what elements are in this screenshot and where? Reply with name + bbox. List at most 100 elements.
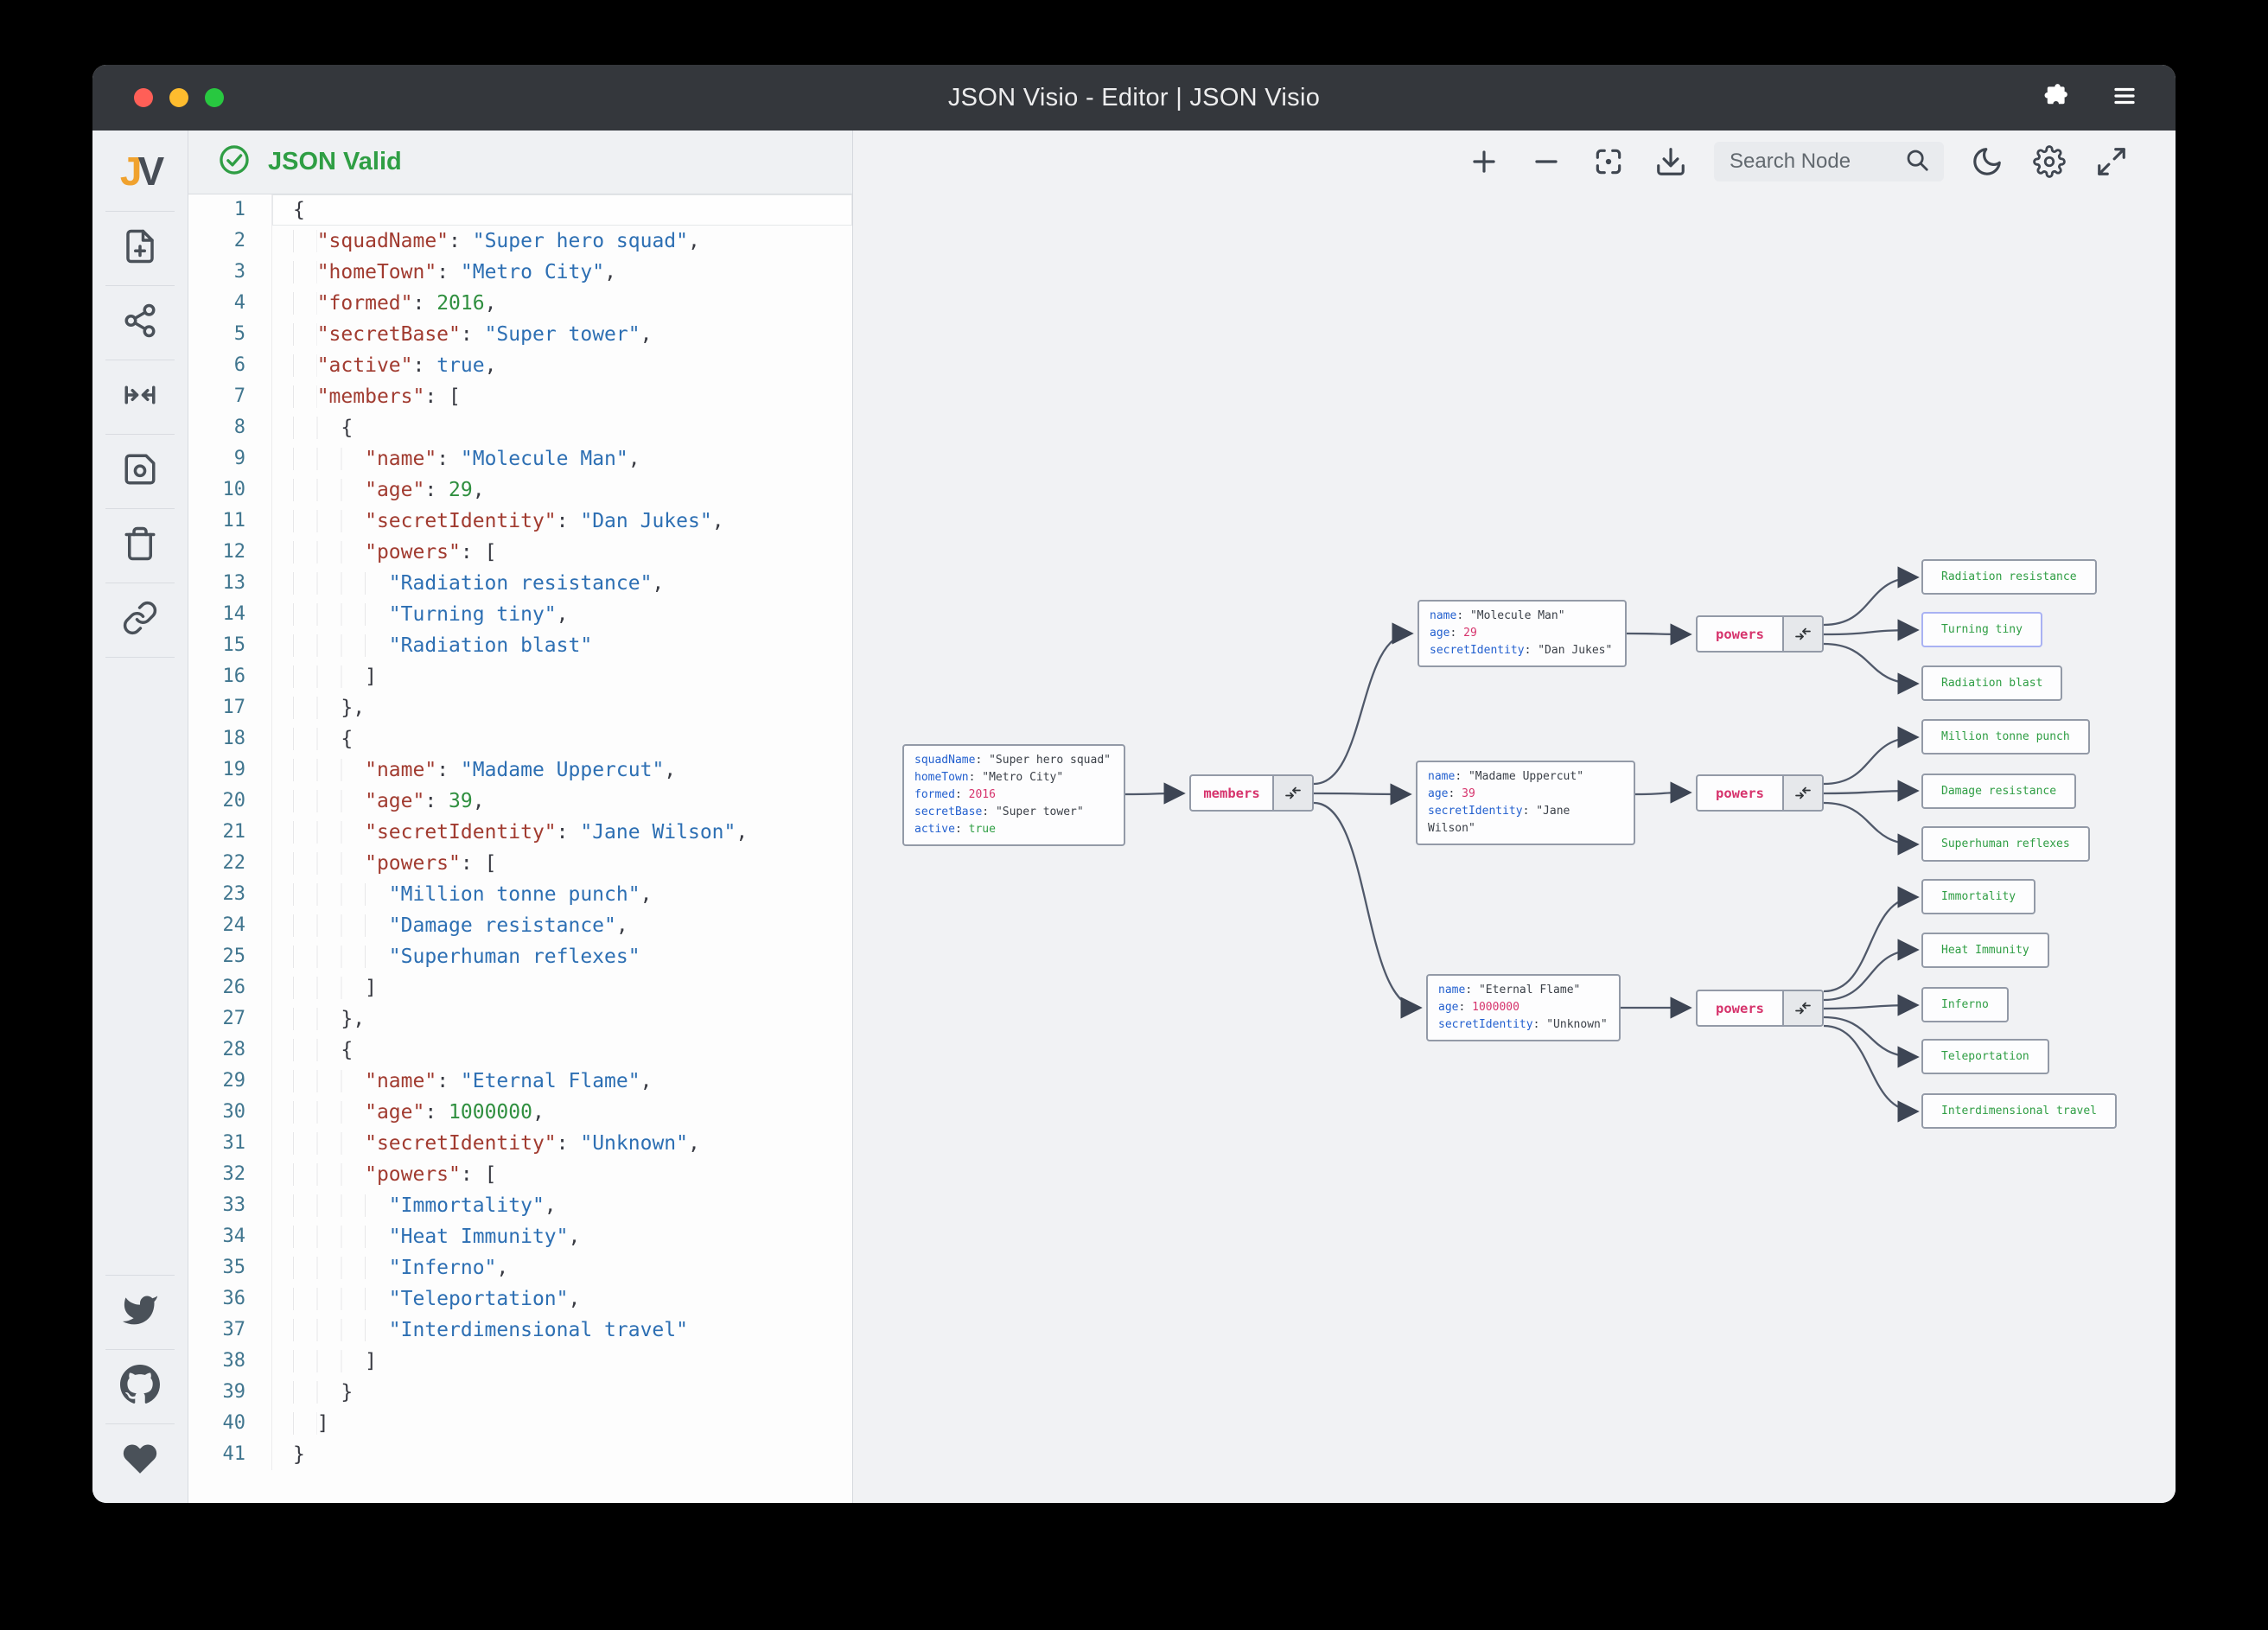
power-leaf-node[interactable]: Million tonne punch bbox=[1921, 719, 2090, 755]
sidebar-item-save[interactable] bbox=[92, 435, 188, 508]
settings-button[interactable] bbox=[2030, 143, 2068, 181]
extensions-puzzle-icon[interactable] bbox=[2041, 81, 2070, 115]
member-node-3[interactable]: name: "Eternal Flame" age: 1000000 secretI… bbox=[1426, 974, 1621, 1041]
code-line-2[interactable]: 2 "squadName": "Super hero squad", bbox=[188, 226, 852, 257]
line-number: 19 bbox=[188, 755, 272, 786]
code-line-13[interactable]: 13 "Radiation resistance", bbox=[188, 568, 852, 599]
code-line-1[interactable]: 1{ bbox=[188, 194, 852, 226]
code-line-23[interactable]: 23 "Million tonne punch", bbox=[188, 879, 852, 910]
code-line-3[interactable]: 3 "homeTown": "Metro City", bbox=[188, 257, 852, 288]
fullscreen-button[interactable] bbox=[2093, 143, 2131, 181]
powers-array-node-2[interactable]: powers bbox=[1696, 774, 1824, 812]
sidebar-item-new-document[interactable] bbox=[92, 212, 188, 285]
code-line-21[interactable]: 21 "secretIdentity": "Jane Wilson", bbox=[188, 817, 852, 848]
members-array-node[interactable]: members bbox=[1189, 774, 1314, 812]
center-arrows-icon bbox=[122, 377, 158, 417]
graph-canvas[interactable]: squadName: "Super hero squad" homeTown: "… bbox=[853, 131, 2176, 1503]
power-leaf-node[interactable]: Inferno bbox=[1921, 987, 2009, 1022]
code-line-25[interactable]: 25 "Superhuman reflexes" bbox=[188, 941, 852, 972]
code-line-8[interactable]: 8 { bbox=[188, 412, 852, 443]
power-leaf-node[interactable]: Interdimensional travel bbox=[1921, 1093, 2118, 1129]
powers-array-node-3[interactable]: powers bbox=[1696, 990, 1824, 1027]
code-line-14[interactable]: 14 "Turning tiny", bbox=[188, 599, 852, 630]
code-line-22[interactable]: 22 "powers": [ bbox=[188, 848, 852, 879]
code-line-17[interactable]: 17 }, bbox=[188, 692, 852, 723]
sidebar-item-twitter[interactable] bbox=[92, 1276, 188, 1349]
code-line-26[interactable]: 26 ] bbox=[188, 972, 852, 1003]
code-line-15[interactable]: 15 "Radiation blast" bbox=[188, 630, 852, 661]
code-line-content: "name": "Madame Uppercut", bbox=[272, 755, 852, 786]
code-line-38[interactable]: 38 ] bbox=[188, 1346, 852, 1377]
power-leaf-node[interactable]: Heat Immunity bbox=[1921, 933, 2049, 968]
zoom-out-button[interactable] bbox=[1527, 143, 1565, 181]
code-line-content: "formed": 2016, bbox=[272, 288, 852, 319]
file-plus-icon bbox=[122, 228, 158, 269]
code-line-content: } bbox=[293, 1443, 305, 1466]
minimize-window-button[interactable] bbox=[169, 88, 188, 107]
zoom-window-button[interactable] bbox=[205, 88, 224, 107]
sidebar-item-github[interactable] bbox=[92, 1350, 188, 1423]
sidebar-item-delete[interactable] bbox=[92, 509, 188, 583]
power-leaf-node[interactable]: Radiation resistance bbox=[1921, 559, 2097, 595]
sidebar-item-share-graph[interactable] bbox=[92, 286, 188, 360]
code-line-10[interactable]: 10 "age": 29, bbox=[188, 474, 852, 506]
close-window-button[interactable] bbox=[134, 88, 153, 107]
code-line-37[interactable]: 37 "Interdimensional travel" bbox=[188, 1315, 852, 1346]
code-line-28[interactable]: 28 { bbox=[188, 1035, 852, 1066]
collapse-node-button[interactable] bbox=[1782, 617, 1822, 651]
sidebar-item-copy-link[interactable] bbox=[92, 583, 188, 657]
code-line-12[interactable]: 12 "powers": [ bbox=[188, 537, 852, 568]
search-node-input[interactable] bbox=[1728, 149, 1895, 175]
download-button[interactable] bbox=[1652, 143, 1690, 181]
member-node-1[interactable]: name: "Molecule Man" age: 29 secretIdentit… bbox=[1418, 600, 1627, 667]
power-leaf-node[interactable]: Damage resistance bbox=[1921, 774, 2077, 809]
power-leaf-node[interactable]: Turning tiny bbox=[1921, 612, 2042, 647]
dark-mode-button[interactable] bbox=[1968, 143, 2006, 181]
validation-status: JSON Valid bbox=[268, 148, 402, 175]
code-line-30[interactable]: 30 "age": 1000000, bbox=[188, 1097, 852, 1128]
code-line-5[interactable]: 5 "secretBase": "Super tower", bbox=[188, 319, 852, 350]
code-line-6[interactable]: 6 "active": true, bbox=[188, 350, 852, 381]
power-leaf-node[interactable]: Immortality bbox=[1921, 879, 2036, 914]
code-line-40[interactable]: 40 ] bbox=[188, 1408, 852, 1439]
code-line-27[interactable]: 27 }, bbox=[188, 1003, 852, 1035]
code-line-34[interactable]: 34 "Heat Immunity", bbox=[188, 1221, 852, 1252]
code-line-content: "secretIdentity": "Dan Jukes", bbox=[272, 506, 852, 537]
powers-array-node-1[interactable]: powers bbox=[1696, 615, 1824, 653]
line-number: 31 bbox=[188, 1128, 272, 1159]
browser-menu-icon[interactable] bbox=[2112, 83, 2137, 113]
code-line-31[interactable]: 31 "secretIdentity": "Unknown", bbox=[188, 1128, 852, 1159]
code-line-20[interactable]: 20 "age": 39, bbox=[188, 786, 852, 817]
member-node-2[interactable]: name: "Madame Uppercut" age: 39 secretIden… bbox=[1416, 761, 1635, 845]
focus-view-button[interactable] bbox=[1590, 143, 1628, 181]
code-editor[interactable]: 1{2 "squadName": "Super hero squad", 3 "h… bbox=[188, 194, 852, 1503]
collapse-node-button[interactable] bbox=[1272, 776, 1312, 810]
code-line-24[interactable]: 24 "Damage resistance", bbox=[188, 910, 852, 941]
code-line-4[interactable]: 4 "formed": 2016, bbox=[188, 288, 852, 319]
code-line-41[interactable]: 41} bbox=[188, 1439, 852, 1470]
code-line-16[interactable]: 16 ] bbox=[188, 661, 852, 692]
sidebar-item-center-view[interactable] bbox=[92, 360, 188, 434]
zoom-in-button[interactable] bbox=[1465, 143, 1503, 181]
code-line-35[interactable]: 35 "Inferno", bbox=[188, 1252, 852, 1283]
power-leaf-node[interactable]: Radiation blast bbox=[1921, 665, 2063, 701]
code-line-9[interactable]: 9 "name": "Molecule Man", bbox=[188, 443, 852, 474]
code-line-19[interactable]: 19 "name": "Madame Uppercut", bbox=[188, 755, 852, 786]
power-leaf-node[interactable]: Superhuman reflexes bbox=[1921, 826, 2090, 862]
code-line-32[interactable]: 32 "powers": [ bbox=[188, 1159, 852, 1190]
collapse-node-button[interactable] bbox=[1782, 991, 1822, 1025]
code-line-36[interactable]: 36 "Teleportation", bbox=[188, 1283, 852, 1315]
node-field: secretBase: "Super tower" bbox=[914, 805, 1084, 818]
line-number: 11 bbox=[188, 506, 272, 537]
code-line-7[interactable]: 7 "members": [ bbox=[188, 381, 852, 412]
code-line-39[interactable]: 39 } bbox=[188, 1377, 852, 1408]
app-logo[interactable]: JV bbox=[92, 131, 188, 211]
code-line-18[interactable]: 18 { bbox=[188, 723, 852, 755]
root-object-node[interactable]: squadName: "Super hero squad" homeTown: "… bbox=[902, 744, 1125, 846]
code-line-29[interactable]: 29 "name": "Eternal Flame", bbox=[188, 1066, 852, 1097]
code-line-33[interactable]: 33 "Immortality", bbox=[188, 1190, 852, 1221]
sidebar-item-sponsor[interactable] bbox=[92, 1424, 188, 1498]
collapse-node-button[interactable] bbox=[1782, 776, 1822, 810]
code-line-11[interactable]: 11 "secretIdentity": "Dan Jukes", bbox=[188, 506, 852, 537]
power-leaf-node[interactable]: Teleportation bbox=[1921, 1039, 2049, 1074]
